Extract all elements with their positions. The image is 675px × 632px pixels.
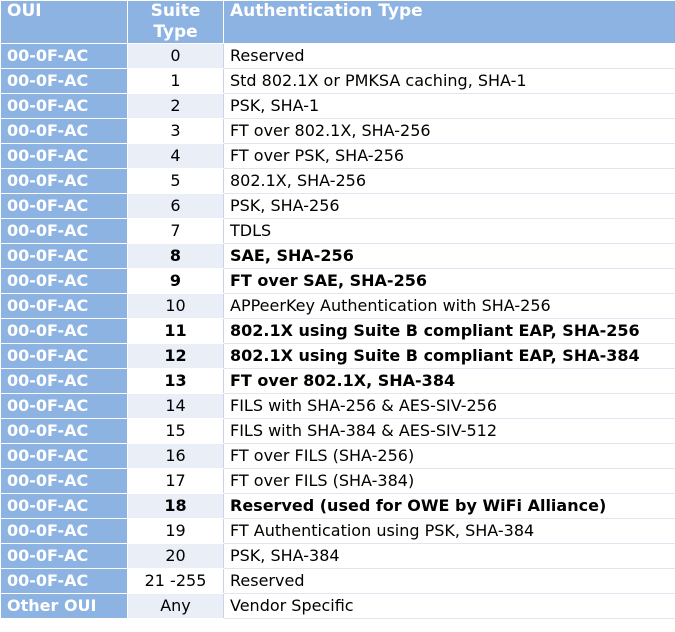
oui-cell: 00-0F-AC bbox=[0, 443, 128, 469]
table-row: 00-0F-AC 18 Reserved (used for OWE by WiFi… bbox=[0, 493, 675, 519]
suite-type-cell: 8 bbox=[127, 243, 224, 269]
authentication-type-cell: TDLS bbox=[223, 218, 675, 244]
authentication-type-cell: FT over FILS (SHA-256) bbox=[223, 443, 675, 469]
header-oui: OUI bbox=[0, 0, 128, 44]
table-row: 00-0F-AC 16 FT over FILS (SHA-256) bbox=[0, 443, 675, 469]
authentication-type-cell: Std 802.1X or PMKSA caching, SHA-1 bbox=[223, 68, 675, 94]
oui-cell: 00-0F-AC bbox=[0, 568, 128, 594]
suite-type-cell: 3 bbox=[127, 118, 224, 144]
oui-cell: 00-0F-AC bbox=[0, 293, 128, 319]
table-row: Other OUI Any Vendor Specific bbox=[0, 593, 675, 619]
authentication-type-cell: FT over 802.1X, SHA-384 bbox=[223, 368, 675, 394]
table-row: 00-0F-AC 12 802.1X using Suite B compliant… bbox=[0, 343, 675, 369]
oui-cell: 00-0F-AC bbox=[0, 218, 128, 244]
oui-cell: 00-0F-AC bbox=[0, 43, 128, 69]
suite-type-cell: 19 bbox=[127, 518, 224, 544]
suite-type-cell: 20 bbox=[127, 543, 224, 569]
authentication-type-cell: PSK, SHA-256 bbox=[223, 193, 675, 219]
oui-cell: 00-0F-AC bbox=[0, 468, 128, 494]
authentication-type-cell: FT over FILS (SHA-384) bbox=[223, 468, 675, 494]
authentication-type-cell: FILS with SHA-256 & AES-SIV-256 bbox=[223, 393, 675, 419]
oui-cell: 00-0F-AC bbox=[0, 143, 128, 169]
suite-type-cell: 9 bbox=[127, 268, 224, 294]
authentication-type-cell: Reserved (used for OWE by WiFi Alliance) bbox=[223, 493, 675, 519]
table-row: 00-0F-AC 5 802.1X, SHA-256 bbox=[0, 168, 675, 194]
table-row: 00-0F-AC 8 SAE, SHA-256 bbox=[0, 243, 675, 269]
suite-type-cell: 21 -255 bbox=[127, 568, 224, 594]
suite-type-cell: 11 bbox=[127, 318, 224, 344]
suite-type-cell: 4 bbox=[127, 143, 224, 169]
oui-cell: Other OUI bbox=[0, 593, 128, 619]
suite-type-cell: 10 bbox=[127, 293, 224, 319]
suite-type-cell: 0 bbox=[127, 43, 224, 69]
authentication-type-cell: FT Authentication using PSK, SHA-384 bbox=[223, 518, 675, 544]
table-row: 00-0F-AC 21 -255 Reserved bbox=[0, 568, 675, 594]
table-row: 00-0F-AC 6 PSK, SHA-256 bbox=[0, 193, 675, 219]
table-row: 00-0F-AC 19 FT Authentication using PSK, S… bbox=[0, 518, 675, 544]
table-row: 00-0F-AC 3 FT over 802.1X, SHA-256 bbox=[0, 118, 675, 144]
table-row: 00-0F-AC 11 802.1X using Suite B compliant… bbox=[0, 318, 675, 344]
authentication-type-cell: APPeerKey Authentication with SHA-256 bbox=[223, 293, 675, 319]
oui-cell: 00-0F-AC bbox=[0, 268, 128, 294]
table-row: 00-0F-AC 15 FILS with SHA-384 & AES-SIV-51… bbox=[0, 418, 675, 444]
table-body: 00-0F-AC 0 Reserved 00-0F-AC 1 Std 802.1X or … bbox=[0, 43, 675, 619]
authentication-type-cell: Reserved bbox=[223, 43, 675, 69]
authentication-type-cell: FT over SAE, SHA-256 bbox=[223, 268, 675, 294]
oui-cell: 00-0F-AC bbox=[0, 193, 128, 219]
suite-type-cell: 15 bbox=[127, 418, 224, 444]
table-row: 00-0F-AC 1 Std 802.1X or PMKSA caching, SH… bbox=[0, 68, 675, 94]
suite-type-cell: 1 bbox=[127, 68, 224, 94]
authentication-type-cell: PSK, SHA-1 bbox=[223, 93, 675, 119]
authentication-type-cell: 802.1X using Suite B compliant EAP, SHA-… bbox=[223, 343, 675, 369]
authentication-type-cell: PSK, SHA-384 bbox=[223, 543, 675, 569]
suite-type-cell: 14 bbox=[127, 393, 224, 419]
oui-cell: 00-0F-AC bbox=[0, 493, 128, 519]
oui-cell: 00-0F-AC bbox=[0, 118, 128, 144]
suite-type-cell: 5 bbox=[127, 168, 224, 194]
suite-type-cell: 16 bbox=[127, 443, 224, 469]
table-row: 00-0F-AC 20 PSK, SHA-384 bbox=[0, 543, 675, 569]
oui-cell: 00-0F-AC bbox=[0, 93, 128, 119]
header-authentication-type: Authentication Type bbox=[223, 0, 675, 44]
akm-suite-table: OUI Suite Type Authentication Type 00-0F… bbox=[0, 0, 675, 619]
suite-type-cell: 18 bbox=[127, 493, 224, 519]
oui-cell: 00-0F-AC bbox=[0, 318, 128, 344]
header-row: OUI Suite Type Authentication Type bbox=[0, 0, 675, 44]
oui-cell: 00-0F-AC bbox=[0, 543, 128, 569]
oui-cell: 00-0F-AC bbox=[0, 68, 128, 94]
oui-cell: 00-0F-AC bbox=[0, 343, 128, 369]
table-row: 00-0F-AC 7 TDLS bbox=[0, 218, 675, 244]
table-row: 00-0F-AC 10 APPeerKey Authentication with … bbox=[0, 293, 675, 319]
authentication-type-cell: FILS with SHA-384 & AES-SIV-512 bbox=[223, 418, 675, 444]
header-suite-type: Suite Type bbox=[127, 0, 224, 44]
oui-cell: 00-0F-AC bbox=[0, 243, 128, 269]
oui-cell: 00-0F-AC bbox=[0, 393, 128, 419]
authentication-type-cell: Reserved bbox=[223, 568, 675, 594]
oui-cell: 00-0F-AC bbox=[0, 168, 128, 194]
suite-type-cell: 13 bbox=[127, 368, 224, 394]
suite-type-cell: 17 bbox=[127, 468, 224, 494]
table-row: 00-0F-AC 9 FT over SAE, SHA-256 bbox=[0, 268, 675, 294]
table-row: 00-0F-AC 13 FT over 802.1X, SHA-384 bbox=[0, 368, 675, 394]
suite-type-cell: 6 bbox=[127, 193, 224, 219]
suite-type-cell: 12 bbox=[127, 343, 224, 369]
authentication-type-cell: Vendor Specific bbox=[223, 593, 675, 619]
oui-cell: 00-0F-AC bbox=[0, 368, 128, 394]
table-row: 00-0F-AC 17 FT over FILS (SHA-384) bbox=[0, 468, 675, 494]
authentication-type-cell: FT over PSK, SHA-256 bbox=[223, 143, 675, 169]
authentication-type-cell: FT over 802.1X, SHA-256 bbox=[223, 118, 675, 144]
suite-type-cell: 7 bbox=[127, 218, 224, 244]
oui-cell: 00-0F-AC bbox=[0, 518, 128, 544]
table-row: 00-0F-AC 0 Reserved bbox=[0, 43, 675, 69]
table-row: 00-0F-AC 2 PSK, SHA-1 bbox=[0, 93, 675, 119]
table-row: 00-0F-AC 14 FILS with SHA-256 & AES-SIV-25… bbox=[0, 393, 675, 419]
suite-type-cell: 2 bbox=[127, 93, 224, 119]
authentication-type-cell: SAE, SHA-256 bbox=[223, 243, 675, 269]
table-row: 00-0F-AC 4 FT over PSK, SHA-256 bbox=[0, 143, 675, 169]
suite-type-cell: Any bbox=[127, 593, 224, 619]
authentication-type-cell: 802.1X, SHA-256 bbox=[223, 168, 675, 194]
oui-cell: 00-0F-AC bbox=[0, 418, 128, 444]
authentication-type-cell: 802.1X using Suite B compliant EAP, SHA-… bbox=[223, 318, 675, 344]
